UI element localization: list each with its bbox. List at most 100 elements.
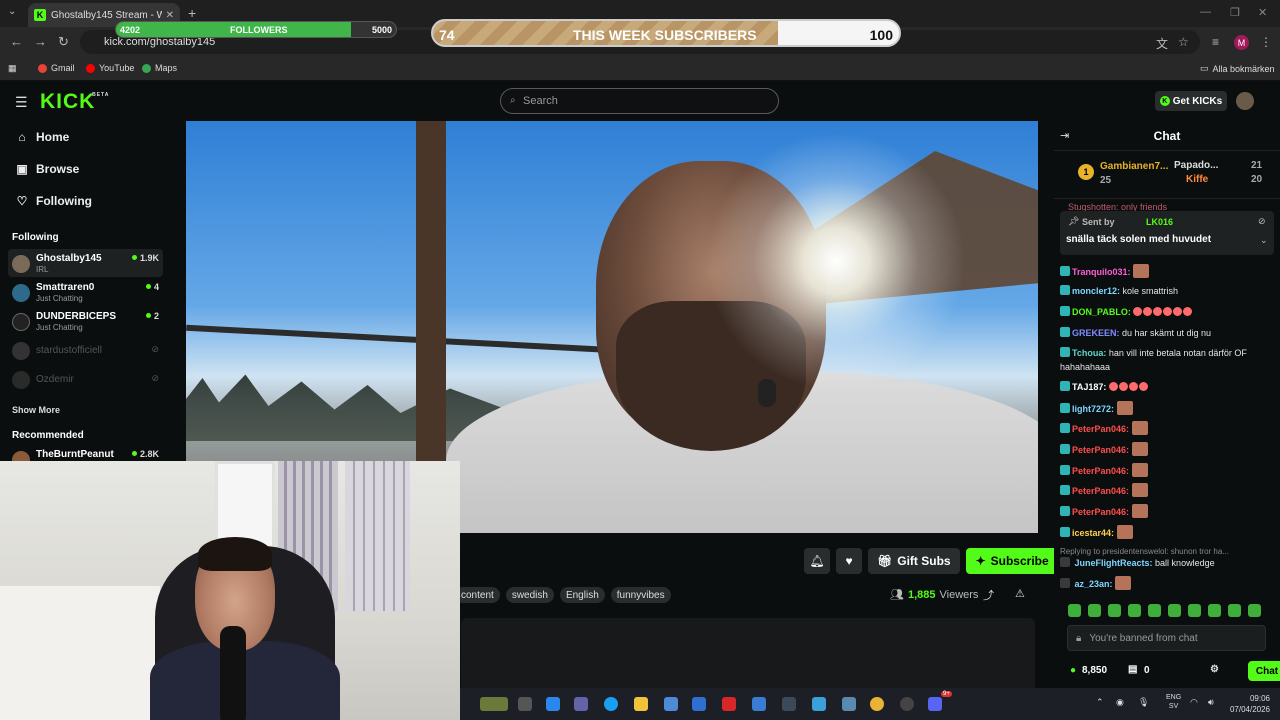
emote-icon[interactable] <box>1188 604 1201 617</box>
edge-icon[interactable] <box>604 697 618 711</box>
share-icon[interactable]: ⤴ <box>983 587 994 603</box>
chat-username[interactable]: PeterPan046 <box>1072 424 1126 434</box>
app-icon[interactable] <box>782 697 796 711</box>
bookmark-gmail[interactable]: Gmail <box>38 63 75 73</box>
search-input[interactable]: ⌕ Search <box>500 88 779 114</box>
sidebar-channel-dunderbiceps[interactable]: DUNDERBICEPS Just Chatting 2 <box>8 307 163 335</box>
outlook-icon[interactable] <box>692 697 706 711</box>
chat-username[interactable]: icestar44 <box>1072 528 1111 538</box>
tag[interactable]: funnyvibes <box>610 587 671 603</box>
nav-browse[interactable]: ▣ Browse <box>16 162 79 176</box>
show-more-link[interactable]: Show More <box>12 405 60 415</box>
pinned-message[interactable]: 📌︎ Sent by LK016 ⊘ snälla täck solen med… <box>1060 211 1274 255</box>
gift-count[interactable]: 0 <box>1144 665 1150 676</box>
notification-bell-button[interactable]: 🔔︎ <box>804 548 830 574</box>
bookmark-youtube[interactable]: YouTube <box>86 63 134 73</box>
chat-username[interactable]: moncler12 <box>1072 286 1117 296</box>
new-tab-icon[interactable]: + <box>188 5 196 21</box>
emote-icon[interactable] <box>1228 604 1241 617</box>
microphone-icon[interactable]: 🎙︎ <box>1138 697 1149 708</box>
chat-username[interactable]: DON_PABLO <box>1072 307 1128 317</box>
emote-icon[interactable] <box>1168 604 1181 617</box>
task-view-icon[interactable] <box>518 697 532 711</box>
subscribe-button[interactable]: ✦ Subscribe <box>965 548 1059 574</box>
photos-icon[interactable] <box>812 697 826 711</box>
menu-dots-icon[interactable]: ⋮ <box>1260 35 1272 49</box>
nav-home[interactable]: ⌂ Home <box>16 130 69 144</box>
tray-app-icon[interactable]: ◉ <box>1116 697 1124 708</box>
wifi-icon[interactable]: ◠ <box>1190 697 1198 708</box>
chat-username[interactable]: light7272 <box>1072 404 1111 414</box>
translate-icon[interactable]: 文 <box>1156 35 1168 52</box>
hamburger-menu-icon[interactable]: ☰ <box>15 94 28 111</box>
store-icon[interactable] <box>664 697 678 711</box>
gift-subs-button[interactable]: 🎁︎ Gift Subs <box>868 548 960 574</box>
window-close-icon[interactable]: ✕ <box>1258 6 1267 19</box>
media-icon[interactable]: ≡ <box>1212 35 1219 49</box>
copilot-icon[interactable] <box>546 697 560 711</box>
profile-avatar[interactable]: M <box>1234 35 1249 50</box>
app-icon[interactable] <box>842 697 856 711</box>
kick-logo[interactable]: KICK BETA <box>40 90 108 114</box>
emote-icon[interactable] <box>1248 604 1261 617</box>
tag[interactable]: English <box>559 587 605 603</box>
discord-icon[interactable] <box>928 697 942 711</box>
tab-search-icon[interactable]: ⌄ <box>8 6 16 17</box>
tag[interactable]: content <box>455 587 500 603</box>
app-icon[interactable] <box>900 697 914 711</box>
taskbar-clock[interactable]: 09:06 07/04/2026 <box>1224 693 1270 715</box>
heart-icon: ♡ <box>16 194 28 208</box>
report-icon[interactable]: ⚠ <box>1015 587 1025 600</box>
volume-icon[interactable]: 🔊︎ <box>1208 697 1214 708</box>
emote-icon[interactable] <box>1068 604 1081 617</box>
file-explorer-icon[interactable] <box>634 697 648 711</box>
back-icon[interactable]: ← <box>10 34 23 49</box>
emote-icon[interactable] <box>1148 604 1161 617</box>
language-indicator[interactable]: ENG SV <box>1166 693 1181 711</box>
apps-icon[interactable]: ▦ <box>8 63 17 74</box>
sidebar-channel-ozdemir[interactable]: Ozdemir ⊘ <box>8 365 163 393</box>
channel-points[interactable]: 8,850 <box>1082 665 1107 676</box>
chat-username[interactable]: PeterPan046 <box>1072 507 1126 517</box>
chat-username[interactable]: TAJ187 <box>1072 382 1103 392</box>
bookmark-maps[interactable]: Maps <box>142 63 177 73</box>
app-icon[interactable] <box>752 697 766 711</box>
follow-heart-button[interactable]: ♥ <box>836 548 862 574</box>
emote-icon[interactable] <box>1208 604 1221 617</box>
leader-name: Gambianen7... <box>1100 161 1169 172</box>
emote-icon[interactable] <box>1108 604 1121 617</box>
all-bookmarks[interactable]: ▭ Alla bokmärken <box>1200 63 1275 74</box>
tag[interactable]: swedish <box>505 587 554 603</box>
chrome-icon[interactable] <box>870 697 884 711</box>
user-avatar[interactable] <box>1236 92 1254 110</box>
bookmark-star-icon[interactable]: ☆ <box>1178 35 1189 49</box>
get-kicks-button[interactable]: K Get KICKs <box>1155 91 1227 111</box>
reload-icon[interactable]: ↻ <box>58 34 69 50</box>
minimize-icon[interactable]: — <box>1200 6 1211 18</box>
tab-close-icon[interactable]: ✕ <box>166 10 174 21</box>
sidebar-channel-stardustofficiell[interactable]: stardustofficiell ⊘ <box>8 336 163 364</box>
emote-icon[interactable] <box>1088 604 1101 617</box>
sidebar-channel-ghostalby145[interactable]: Ghostalby145 IRL 1.9K <box>8 249 163 277</box>
widgets-icon[interactable] <box>480 697 508 711</box>
chevron-down-icon[interactable]: ⌄ <box>1260 235 1268 246</box>
app-icon[interactable] <box>722 697 736 711</box>
settings-gear-icon[interactable]: ⚙ <box>1210 664 1219 675</box>
emote-icon[interactable] <box>1128 604 1141 617</box>
chat-username[interactable]: Tchoua <box>1072 348 1103 358</box>
chat-username[interactable]: JuneFlightReacts <box>1075 558 1150 568</box>
sidebar-channel-smattraren0[interactable]: Smattraren0 Just Chatting 4 <box>8 278 163 306</box>
nav-following[interactable]: ♡ Following <box>16 194 92 208</box>
tray-chevron-icon[interactable]: ⌃ <box>1096 697 1104 708</box>
forward-icon[interactable]: → <box>34 34 47 49</box>
chat-username[interactable]: GREKEEN <box>1072 328 1117 338</box>
chat-username[interactable]: PeterPan046 <box>1072 466 1126 476</box>
chat-username[interactable]: az_23an <box>1075 579 1110 589</box>
teams-icon[interactable] <box>574 697 588 711</box>
unpin-icon[interactable]: ⊘ <box>1258 216 1266 227</box>
chat-username[interactable]: PeterPan046 <box>1072 445 1126 455</box>
chat-username[interactable]: Tranquilo031 <box>1072 267 1128 277</box>
maximize-icon[interactable]: ❐ <box>1230 6 1240 19</box>
chat-username[interactable]: PeterPan046 <box>1072 486 1126 496</box>
chat-send-button[interactable]: Chat <box>1248 661 1280 681</box>
